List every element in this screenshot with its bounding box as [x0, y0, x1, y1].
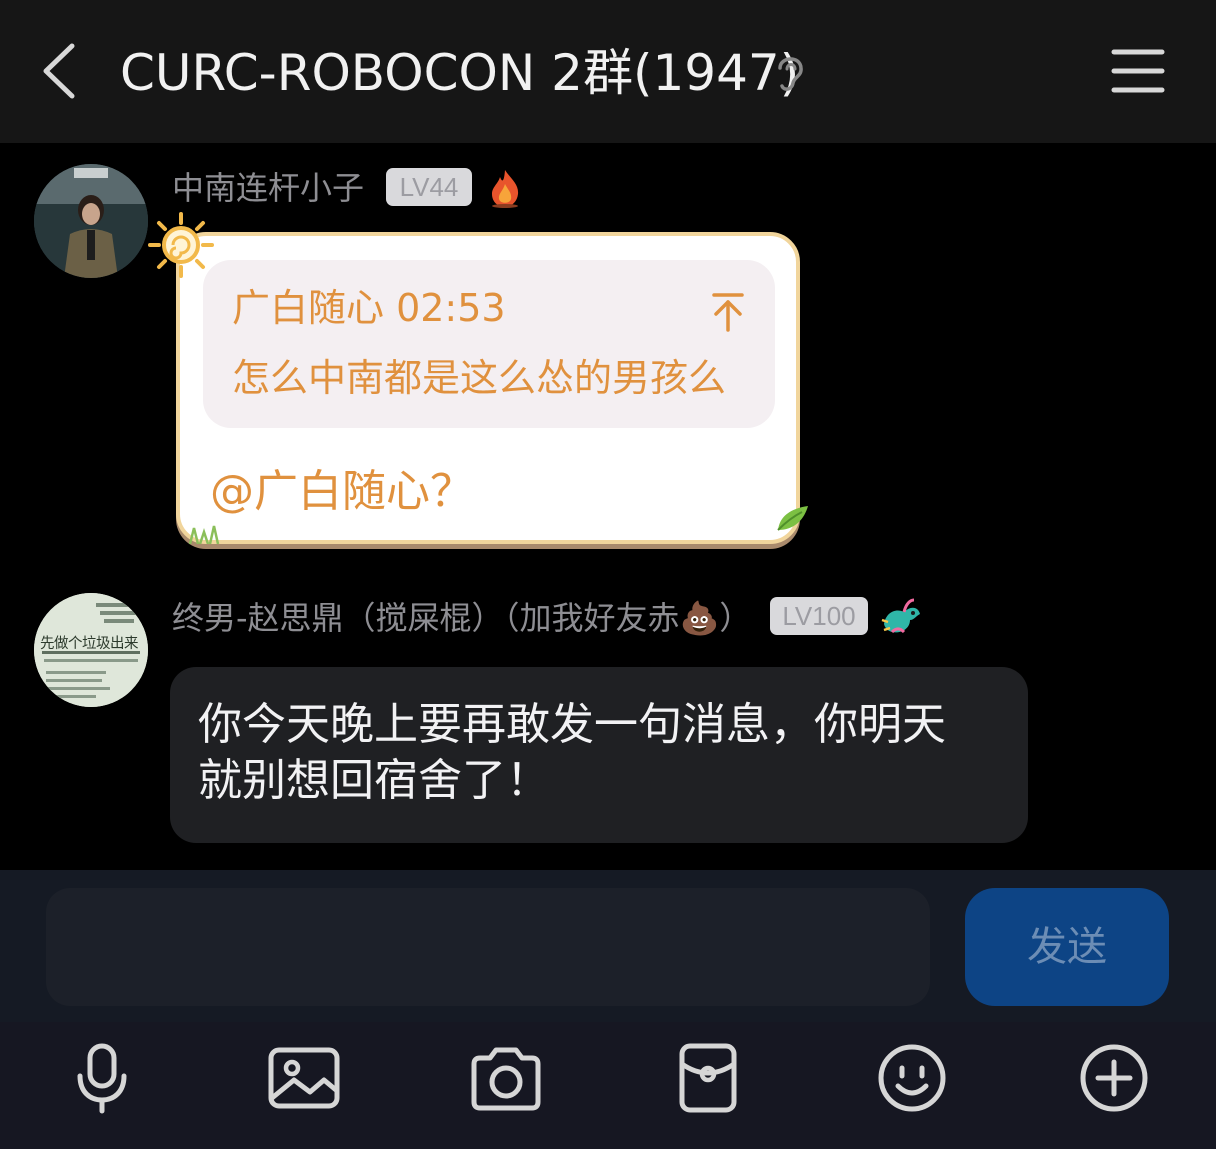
more-button[interactable]	[1076, 1040, 1152, 1116]
sun-icon	[146, 210, 216, 280]
sender-name[interactable]: 中南连杆小子	[172, 166, 364, 210]
avatar-text: 先做个垃圾出来	[40, 636, 139, 652]
input-toolbar	[0, 1022, 1216, 1149]
level-badge: LV44	[386, 168, 472, 206]
emoji-icon	[878, 1044, 946, 1112]
chevron-left-icon	[43, 43, 75, 99]
dragon-icon	[880, 598, 922, 636]
level-badge: LV100	[770, 597, 868, 635]
message-text: @广白随心？	[210, 466, 474, 517]
message-bubble[interactable]: 你今天晚上要再敢发一句消息，你明天就别想回宿舍了！	[170, 667, 1028, 843]
leaf-icon	[772, 500, 812, 536]
flame-icon	[488, 168, 522, 208]
send-button[interactable]: 发送	[965, 888, 1169, 1006]
message-text: 你今天晚上要再敢发一句消息，你明天就别想回宿舍了！	[198, 699, 946, 806]
microphone-button[interactable]	[64, 1040, 140, 1116]
red-packet-icon	[679, 1043, 737, 1113]
back-button[interactable]	[34, 38, 90, 104]
camera-button[interactable]	[468, 1040, 544, 1116]
menu-button[interactable]	[1108, 46, 1168, 98]
plus-icon	[1080, 1044, 1148, 1112]
image-icon	[268, 1047, 340, 1109]
grass-icon	[186, 524, 220, 545]
red-packet-button[interactable]	[670, 1040, 746, 1116]
chat-title[interactable]: CURC-ROBOCON 2群(1947)	[120, 38, 799, 108]
quote-text: 怎么中南都是这么怂的男孩么	[232, 356, 727, 400]
jump-to-quote-icon[interactable]	[706, 290, 750, 334]
message-input[interactable]	[46, 888, 930, 1006]
camera-icon	[471, 1047, 541, 1111]
hamburger-menu-icon	[1111, 49, 1165, 93]
ear-icon	[772, 50, 808, 94]
avatar[interactable]: 先做个垃圾出来	[34, 593, 148, 707]
microphone-icon	[77, 1043, 127, 1114]
avatar[interactable]	[34, 164, 148, 278]
image-button[interactable]	[266, 1040, 342, 1116]
quote-author: 广白随心 02:53	[232, 286, 506, 330]
sender-name[interactable]: 终男-赵思鼎（搅屎棍）（加我好友赤💩）	[172, 596, 751, 640]
emoji-button[interactable]	[874, 1040, 950, 1116]
